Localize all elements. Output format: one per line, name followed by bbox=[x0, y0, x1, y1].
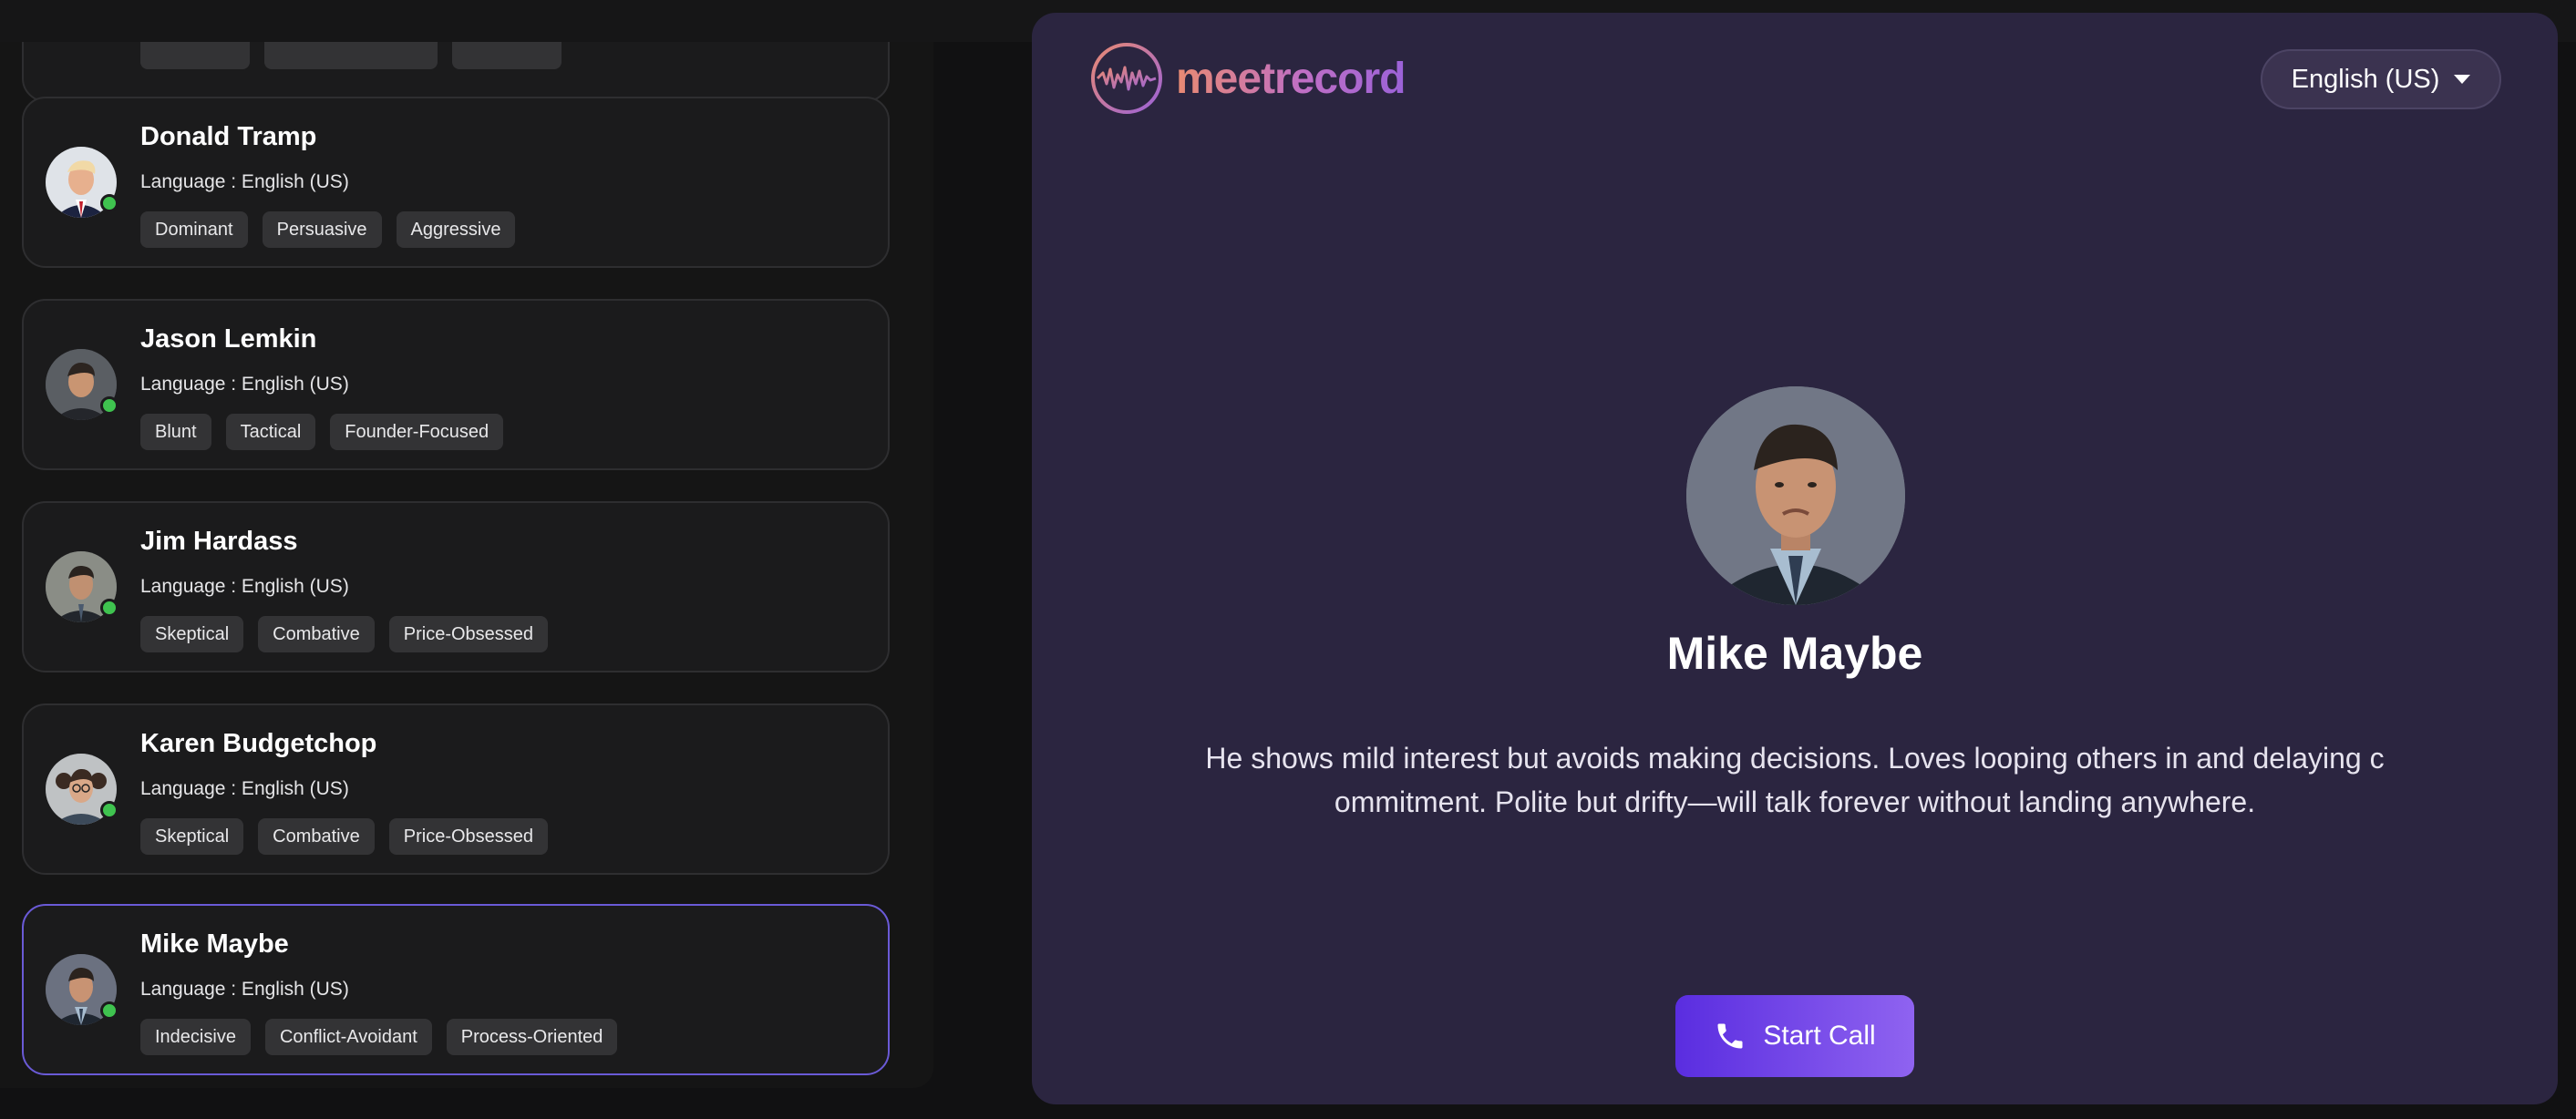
profile-description: He shows mild interest but avoids making… bbox=[1205, 742, 2385, 818]
tag-list: Indecisive Conflict-Avoidant Process-Ori… bbox=[140, 1019, 618, 1055]
phone-icon bbox=[1717, 1023, 1743, 1049]
tag-list: Skeptical Combative Price-Obsessed bbox=[140, 818, 549, 855]
online-status-icon bbox=[100, 396, 118, 415]
tag-list: Skeptical Combative Price-Obsessed bbox=[140, 616, 549, 652]
tag: Persuasive bbox=[262, 211, 382, 248]
soundwave-logo-icon bbox=[1091, 43, 1162, 114]
avatar bbox=[46, 349, 118, 420]
avatar bbox=[46, 147, 118, 218]
agent-name: Karen Budgetchop bbox=[140, 729, 377, 758]
brand-name: meetrecord bbox=[1176, 54, 1406, 103]
language-select-value: English (US) bbox=[2291, 64, 2440, 94]
tag: Price-Obsessed bbox=[388, 818, 549, 855]
avatar bbox=[46, 954, 118, 1025]
language-select[interactable]: English (US) bbox=[2261, 49, 2501, 109]
agent-card-jason-lemkin[interactable]: Jason Lemkin Language : English (US) Blu… bbox=[22, 299, 890, 470]
agent-card[interactable] bbox=[22, 42, 890, 102]
tag: Founder-Focused bbox=[330, 414, 504, 450]
tag bbox=[452, 42, 562, 69]
avatar bbox=[46, 551, 118, 622]
agent-name: Jim Hardass bbox=[140, 527, 298, 556]
online-status-icon bbox=[100, 1001, 118, 1020]
agent-language: Language : English (US) bbox=[140, 979, 349, 1000]
online-status-icon bbox=[100, 599, 118, 617]
tag-list: Dominant Persuasive Aggressive bbox=[140, 211, 516, 248]
agent-language: Language : English (US) bbox=[140, 778, 349, 799]
agent-card-karen-budgetchop[interactable]: Karen Budgetchop Language : English (US)… bbox=[22, 703, 890, 875]
avatar bbox=[46, 754, 118, 825]
brand-logo: meetrecord bbox=[1090, 42, 1406, 115]
online-status-icon bbox=[100, 801, 118, 819]
start-call-label: Start Call bbox=[1763, 1021, 1876, 1051]
mike-maybe-photo bbox=[1686, 386, 1905, 605]
start-call-button[interactable]: Start Call bbox=[1675, 995, 1914, 1077]
agent-card-donald-tramp[interactable]: Donald Tramp Language : English (US) Dom… bbox=[22, 97, 890, 268]
agent-card-mike-maybe[interactable]: Mike Maybe Language : English (US) Indec… bbox=[22, 904, 890, 1075]
online-status-icon bbox=[100, 194, 118, 212]
agent-name: Donald Tramp bbox=[140, 122, 317, 151]
tag: Combative bbox=[258, 818, 375, 855]
tag: Skeptical bbox=[140, 616, 244, 652]
agent-language: Language : English (US) bbox=[140, 576, 349, 597]
tag: Tactical bbox=[225, 414, 316, 450]
tag: Skeptical bbox=[140, 818, 244, 855]
agent-detail-panel: meetrecord English (US) Mike Maybe He sh… bbox=[1032, 13, 2558, 1104]
tag: Price-Obsessed bbox=[388, 616, 549, 652]
tag bbox=[140, 42, 250, 69]
agent-name: Jason Lemkin bbox=[140, 324, 317, 354]
agent-language: Language : English (US) bbox=[140, 374, 349, 395]
tag bbox=[264, 42, 438, 69]
profile-name: Mike Maybe bbox=[1666, 628, 1923, 679]
tag: Dominant bbox=[140, 211, 248, 248]
tag-list: Blunt Tactical Founder-Focused bbox=[140, 414, 504, 450]
tag-list bbox=[140, 42, 562, 69]
agent-card-jim-hardass[interactable]: Jim Hardass Language : English (US) Skep… bbox=[22, 501, 890, 672]
tag: Process-Oriented bbox=[446, 1019, 618, 1055]
tag: Aggressive bbox=[396, 211, 516, 248]
tag: Conflict-Avoidant bbox=[264, 1019, 432, 1055]
agent-language: Language : English (US) bbox=[140, 171, 349, 192]
agent-list[interactable]: Donald Tramp Language : English (US) Dom… bbox=[0, 42, 933, 1088]
caret-down-icon bbox=[2454, 75, 2471, 84]
tag: Indecisive bbox=[140, 1019, 251, 1055]
tag: Blunt bbox=[140, 414, 211, 450]
tag: Combative bbox=[258, 616, 375, 652]
agent-name: Mike Maybe bbox=[140, 929, 289, 959]
